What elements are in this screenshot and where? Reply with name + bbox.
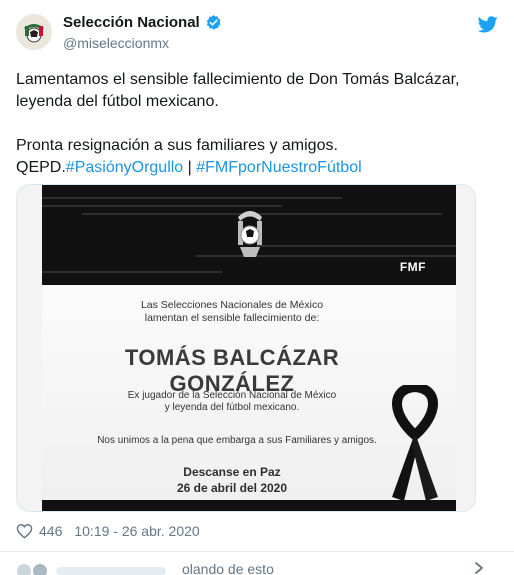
account-name[interactable]: Selección Nacional (63, 14, 222, 31)
memorial-banner: FMF (42, 185, 456, 285)
account-name-text[interactable]: Selección Nacional (63, 14, 200, 31)
qepd-text: QEPD. (16, 159, 66, 176)
memorial-career-line-1: Ex jugador de la Selección Nacional de M… (127, 390, 337, 401)
account-handle[interactable]: @miseleccionmx (63, 35, 169, 51)
memorial-date: 26 de abril del 2020 (176, 481, 288, 495)
verified-badge-icon (206, 15, 221, 30)
memorial-footer-bar (42, 500, 456, 511)
hashtag-separator: | (183, 159, 197, 176)
memorial-condolence: Nos unimos a la pena que embarga a sus F… (97, 435, 377, 446)
memorial-intro-line-2: lamentan el sensible fallecimiento de: (144, 312, 320, 324)
fmf-crest-icon (238, 211, 262, 257)
fmf-brand: FMF (399, 260, 426, 274)
hashtag-pasion-y-orgullo[interactable]: #PasiónyOrgullo (66, 159, 183, 176)
memorial-career-line-2: y leyenda del fútbol mexicano. (164, 402, 300, 413)
twitter-bird-icon[interactable] (478, 16, 498, 33)
chevron-right-icon[interactable] (472, 561, 486, 575)
memorial-body: Las Selecciones Nacionales de México lam… (42, 285, 456, 511)
memorial-intro-line-1: Las Selecciones Nacionales de México (140, 299, 324, 311)
memorial-intro: Las Selecciones Nacionales de México lam… (82, 299, 382, 325)
like-count[interactable]: 446 (39, 523, 62, 539)
divider (0, 551, 514, 552)
memorial-card: FMF Las Selecciones Nacionales de México… (42, 185, 456, 511)
tweet-meta: 446 10:19 - 26 abr. 2020 (16, 523, 200, 539)
fmf-crest-avatar-icon (16, 14, 52, 50)
tweet-line-2: leyenda del fútbol mexicano. (16, 93, 219, 110)
like-heart-icon[interactable] (16, 523, 33, 539)
memorial-rest-in-peace: Descanse en Paz (183, 465, 281, 479)
tweet-timestamp[interactable]: 10:19 - 26 abr. 2020 (74, 523, 199, 539)
tweet-line-4: QEPD.#PasiónyOrgullo | #FMFporNuestroFút… (16, 157, 496, 179)
mourning-ribbon-icon (392, 385, 438, 501)
conversation-row[interactable]: olando de esto (16, 561, 496, 575)
hashtag-fmf-por-nuestro-futbol[interactable]: #FMFporNuestroFútbol (196, 159, 361, 176)
tweet-image[interactable]: FMF Las Selecciones Nacionales de México… (16, 184, 476, 512)
memorial-career: Ex jugador de la Selección Nacional de M… (82, 390, 382, 414)
conversation-text[interactable]: olando de esto (182, 561, 274, 575)
tweet-text: Lamentamos el sensible fallecimiento de … (16, 69, 496, 179)
account-avatar[interactable] (16, 14, 52, 50)
tweet-card[interactable]: Selección Nacional @miseleccionmx Lament… (0, 0, 514, 575)
tweet-line-3: Pronta resignación a sus familiares y am… (16, 137, 338, 154)
participant-avatars-icon (17, 564, 166, 575)
tweet-line-1: Lamentamos el sensible fallecimiento de … (16, 71, 460, 88)
